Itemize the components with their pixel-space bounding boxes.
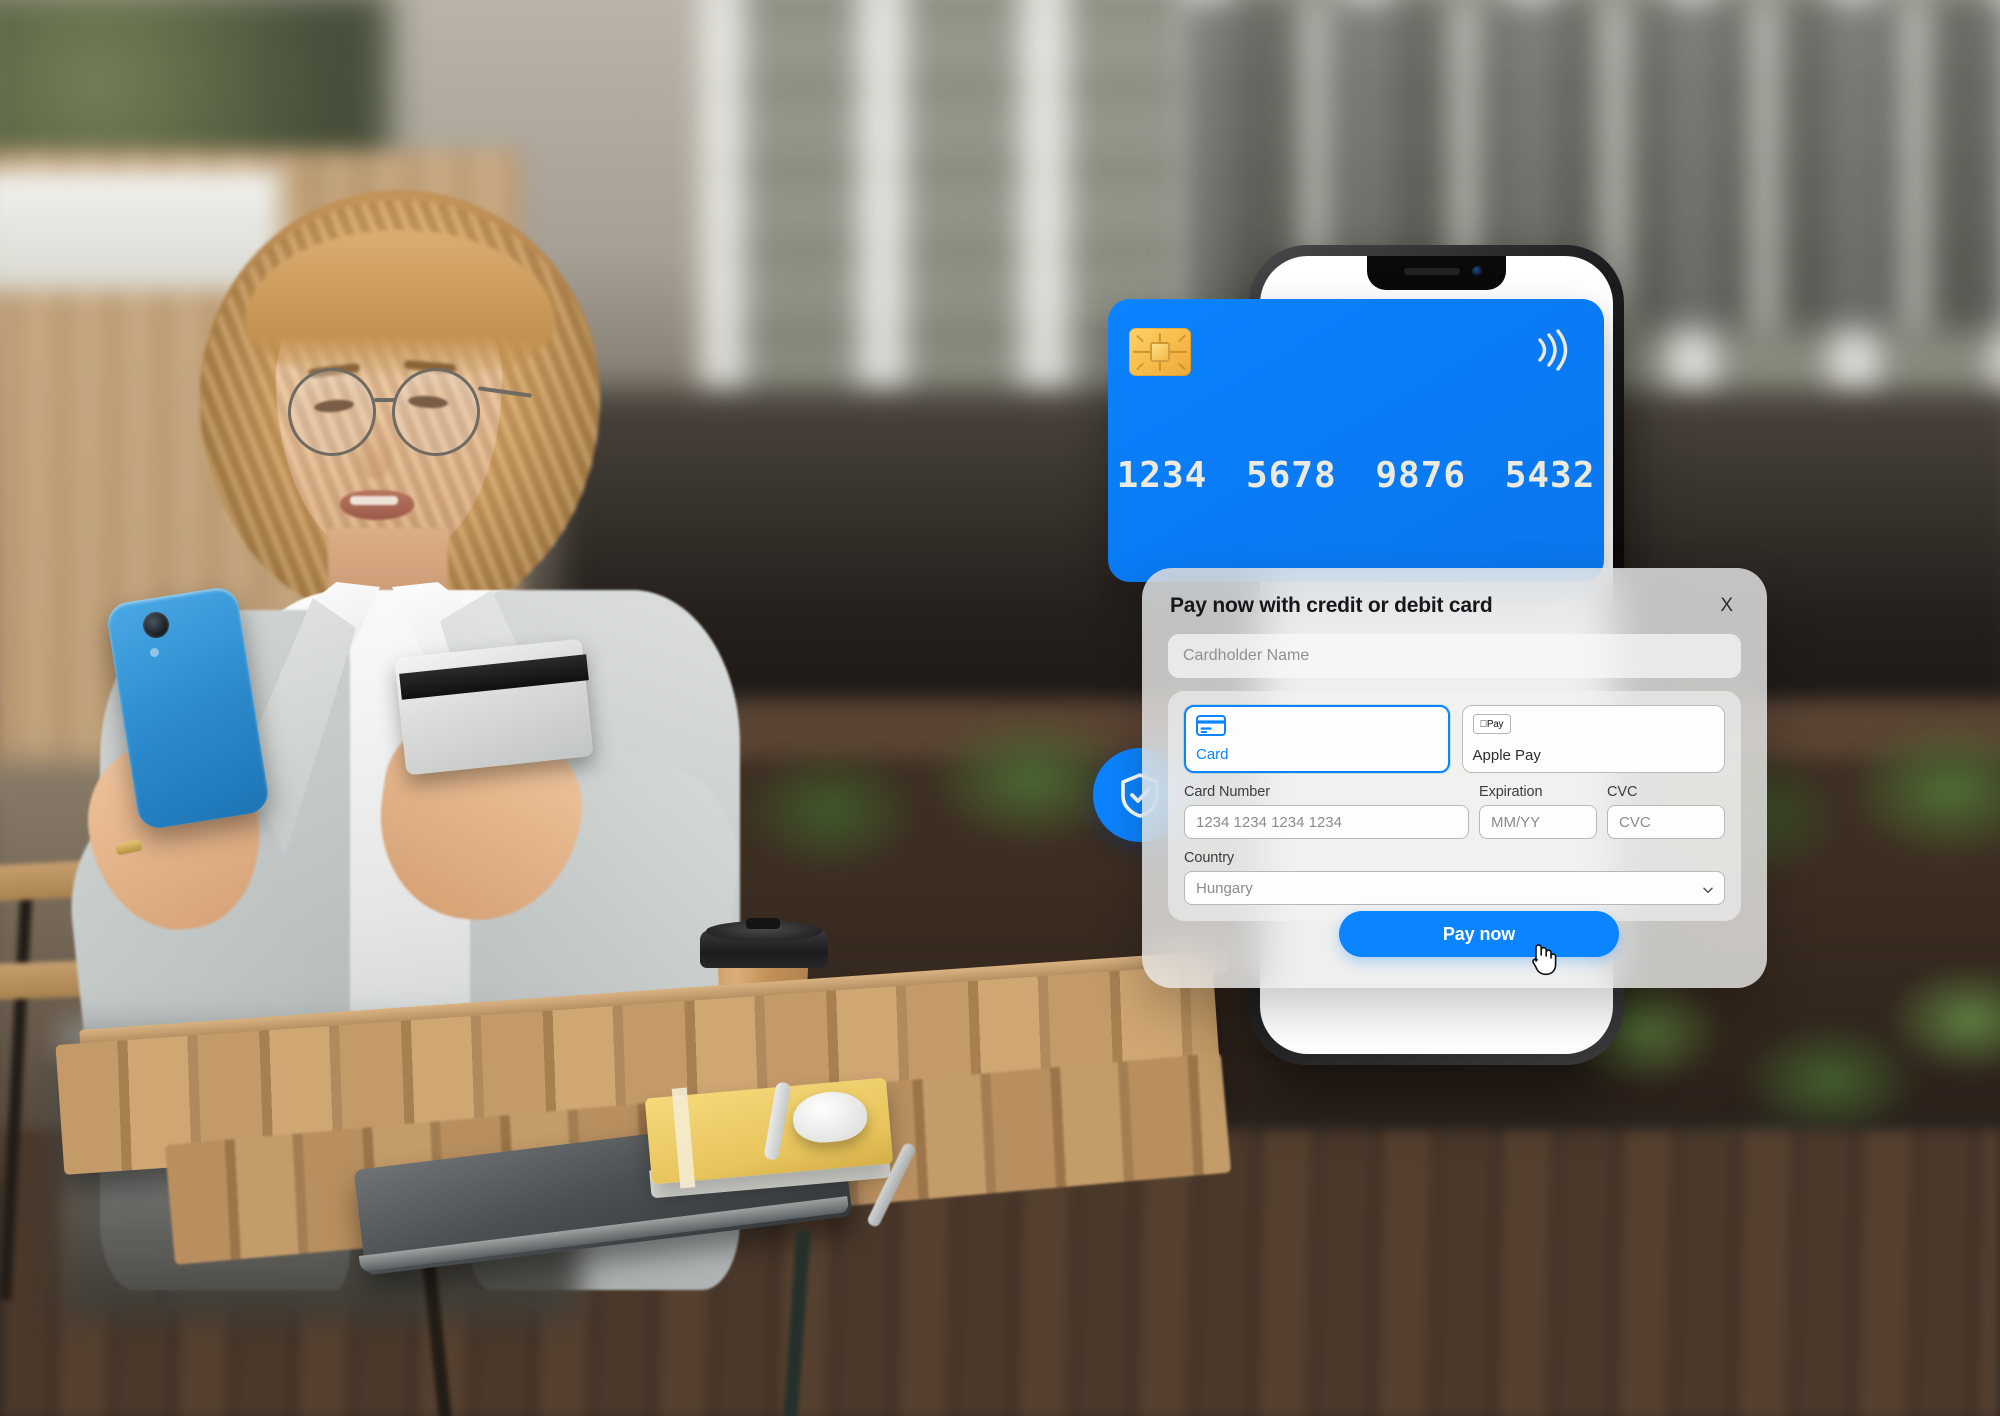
card-details-row: Card Number 1234 1234 1234 1234 Expirati… [1184, 784, 1725, 839]
phone-earpiece-speaker-icon [1404, 268, 1460, 275]
pay-now-button[interactable]: Pay now [1339, 911, 1619, 957]
country-field-group: Country Hungary [1184, 850, 1725, 905]
lips [340, 490, 414, 520]
teeth [350, 496, 398, 505]
card-number-input[interactable]: 1234 1234 1234 1234 [1184, 805, 1469, 839]
pointing-hand-cursor [1527, 940, 1557, 976]
virtual-card-number: 1234 5678 9876 5432 [1116, 455, 1596, 496]
payment-form-panel: Card Pay Apple Pay Card Number 1234 123… [1168, 691, 1741, 921]
credit-card-icon [1196, 715, 1438, 741]
country-select[interactable]: Hungary [1184, 871, 1725, 905]
payment-method-apple-pay[interactable]: Pay Apple Pay [1461, 705, 1725, 773]
modal-header: Pay now with credit or debit card X [1168, 588, 1741, 618]
apple-pay-icon: Pay [1472, 714, 1511, 734]
eyeglasses-lens-left [288, 368, 376, 456]
expiration-label: Expiration [1479, 784, 1543, 800]
card-number-label: Card Number [1184, 784, 1270, 800]
cvc-label: CVC [1607, 784, 1638, 800]
eyeglasses-lens-right [392, 368, 480, 456]
cvc-field-group: CVC CVC [1607, 784, 1725, 839]
phone-front-camera-icon [1472, 266, 1483, 277]
country-selected-value: Hungary [1196, 879, 1253, 897]
payment-method-tabs: Card Pay Apple Pay [1184, 705, 1725, 773]
card-number-field-group: Card Number 1234 1234 1234 1234 [1184, 784, 1469, 839]
cvc-input[interactable]: CVC [1607, 805, 1725, 839]
photo-scene: 1234 5678 9876 5432 Pay now with credit … [0, 0, 2000, 1416]
smartphone-flash-icon [150, 648, 159, 657]
expiration-field-group: Expiration MM/YY [1479, 784, 1597, 839]
coffee-cup-sip-tab [746, 918, 780, 929]
expiration-input[interactable]: MM/YY [1479, 805, 1597, 839]
modal-title: Pay now with credit or debit card [1170, 594, 1493, 617]
contactless-icon [1530, 326, 1572, 374]
payment-method-apple-pay-label: Apple Pay [1472, 747, 1541, 764]
payment-method-card[interactable]: Card [1184, 705, 1450, 773]
cardholder-name-input[interactable]: Cardholder Name [1168, 634, 1741, 678]
close-button[interactable]: X [1714, 594, 1739, 617]
chevron-down-icon [1702, 883, 1713, 894]
emv-chip-center-pad [1150, 342, 1170, 362]
country-label: Country [1184, 850, 1235, 866]
eyeglasses-bridge [374, 398, 396, 402]
payment-method-card-label: Card [1196, 746, 1229, 763]
